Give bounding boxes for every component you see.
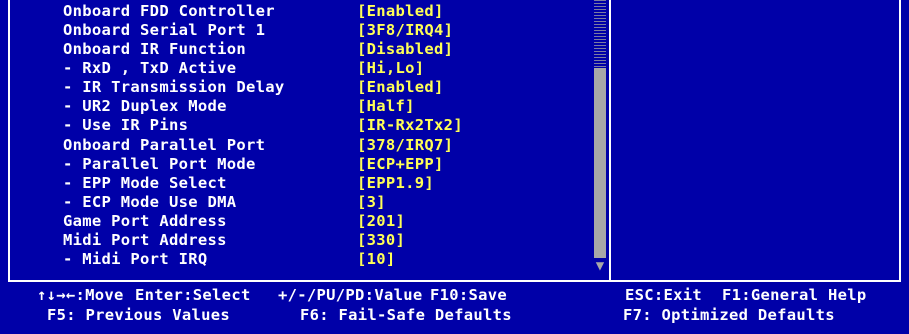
setting-label: - Midi Port IRQ	[63, 250, 208, 268]
down-arrow-icon[interactable]: ▼	[592, 259, 608, 273]
legend-optimized-defaults: F7: Optimized Defaults	[623, 306, 835, 324]
legend-value: +/-/PU/PD:Value	[278, 286, 423, 304]
setting-value[interactable]: [Disabled]	[357, 40, 453, 59]
setting-value[interactable]: [Enabled]	[357, 2, 444, 21]
setting-value[interactable]: [330]	[357, 231, 405, 250]
bios-screen: Onboard FDD Controller [Enabled] Onboard…	[0, 0, 909, 334]
setting-row-parallel-port-mode[interactable]: - Parallel Port Mode [ECP+EPP]	[63, 155, 623, 174]
setting-row-ir-transmission-delay[interactable]: - IR Transmission Delay [Enabled]	[63, 78, 623, 97]
legend-previous-values: F5: Previous Values	[47, 306, 231, 324]
setting-row-ecp-mode-use-dma[interactable]: - ECP Mode Use DMA [3]	[63, 193, 623, 212]
setting-row-onboard-fdd-controller[interactable]: Onboard FDD Controller [Enabled]	[63, 2, 623, 21]
setting-label: Onboard Serial Port 1	[63, 21, 266, 39]
setting-row-midi-port-address[interactable]: Midi Port Address [330]	[63, 231, 623, 250]
setting-label: Onboard IR Function	[63, 40, 247, 58]
setting-row-game-port-address[interactable]: Game Port Address [201]	[63, 212, 623, 231]
setting-label: - Parallel Port Mode	[63, 155, 256, 173]
setting-value[interactable]: [ECP+EPP]	[357, 155, 444, 174]
setting-value[interactable]: [Enabled]	[357, 78, 444, 97]
setting-label: - Use IR Pins	[63, 116, 189, 134]
legend-fail-safe-defaults: F6: Fail-Safe Defaults	[300, 306, 512, 324]
setting-label: - ECP Mode Use DMA	[63, 193, 237, 211]
scrollbar-thumb[interactable]	[594, 68, 606, 258]
key-legend: ↑↓→←:Move Enter:Select +/-/PU/PD:Value F…	[0, 284, 909, 334]
setting-row-onboard-parallel-port[interactable]: Onboard Parallel Port [378/IRQ7]	[63, 136, 623, 155]
setting-label: Midi Port Address	[63, 231, 227, 249]
legend-save: F10:Save	[430, 286, 508, 304]
setting-row-epp-mode-select[interactable]: - EPP Mode Select [EPP1.9]	[63, 174, 623, 193]
setting-row-rxd-txd-active[interactable]: - RxD , TxD Active [Hi,Lo]	[63, 59, 623, 78]
setting-value[interactable]: [EPP1.9]	[357, 174, 434, 193]
scrollbar-track-dotted[interactable]	[594, 0, 606, 68]
legend-exit: ESC:Exit	[625, 286, 703, 304]
setting-label: - RxD , TxD Active	[63, 59, 237, 77]
legend-enter-select: Enter:Select	[135, 286, 251, 304]
setting-label: - EPP Mode Select	[63, 174, 227, 192]
setting-value[interactable]: [3]	[357, 193, 386, 212]
setting-value[interactable]: [10]	[357, 250, 396, 269]
setting-label: Game Port Address	[63, 212, 227, 230]
setting-value[interactable]: [Half]	[357, 97, 415, 116]
legend-move: ↑↓→←:Move	[37, 286, 124, 304]
setting-label: Onboard Parallel Port	[63, 136, 266, 154]
setting-value[interactable]: [201]	[357, 212, 405, 231]
setting-label: - IR Transmission Delay	[63, 78, 285, 96]
setting-row-onboard-serial-port-1[interactable]: Onboard Serial Port 1 [3F8/IRQ4]	[63, 21, 623, 40]
setting-row-onboard-ir-function[interactable]: Onboard IR Function [Disabled]	[63, 40, 623, 59]
setting-row-use-ir-pins[interactable]: - Use IR Pins [IR-Rx2Tx2]	[63, 116, 623, 135]
setting-row-midi-port-irq[interactable]: - Midi Port IRQ [10]	[63, 250, 623, 269]
setting-value[interactable]: [3F8/IRQ4]	[357, 21, 453, 40]
legend-help: F1:General Help	[722, 286, 867, 304]
setting-label: Onboard FDD Controller	[63, 2, 275, 20]
setting-value[interactable]: [IR-Rx2Tx2]	[357, 116, 463, 135]
setting-value[interactable]: [378/IRQ7]	[357, 136, 453, 155]
setting-value[interactable]: [Hi,Lo]	[357, 59, 424, 78]
setting-row-ur2-duplex-mode[interactable]: - UR2 Duplex Mode [Half]	[63, 97, 623, 116]
setting-label: - UR2 Duplex Mode	[63, 97, 227, 115]
